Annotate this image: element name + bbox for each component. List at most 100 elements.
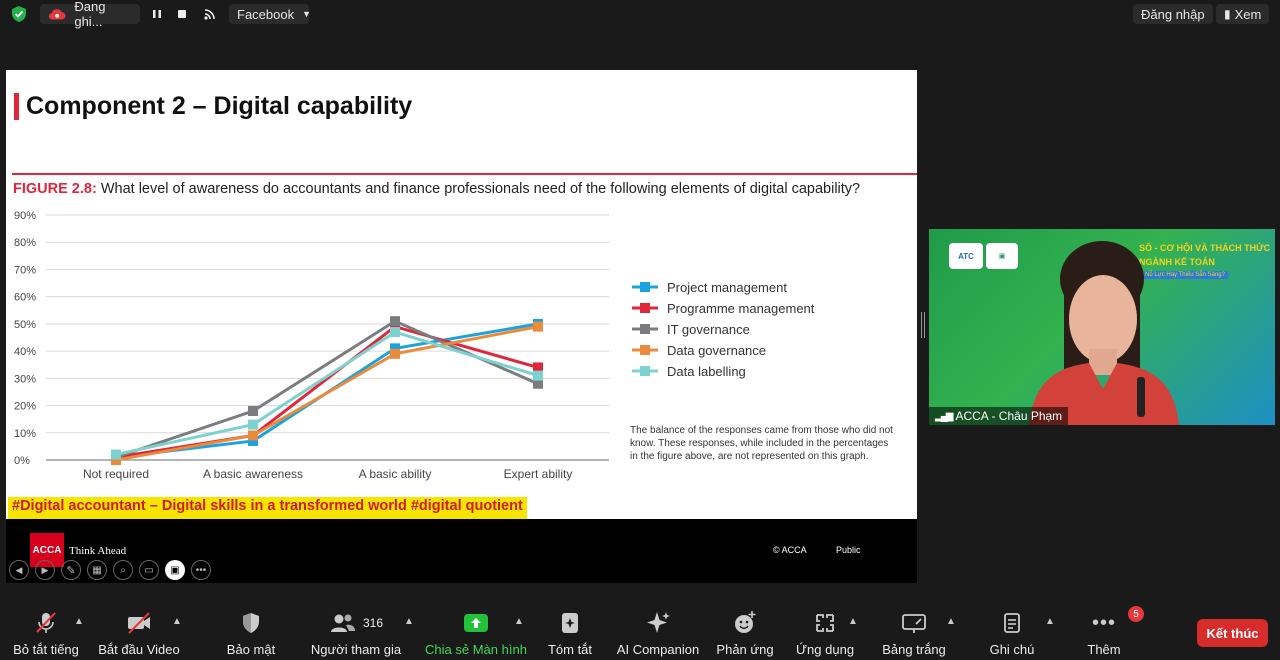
- more-button[interactable]: ••• 5 Thêm: [1078, 600, 1144, 660]
- apps-icon: [816, 614, 834, 632]
- meeting-top-bar: Đang ghi... Facebook ▼ Đăng nhập ▮ Xem: [0, 0, 1280, 29]
- title-divider: [12, 173, 917, 175]
- data-point: [390, 348, 400, 359]
- legend-swatch-marker: [640, 366, 650, 376]
- audio-options-caret[interactable]: ▲: [74, 616, 84, 627]
- x-category-label: A basic ability: [359, 467, 432, 481]
- summary-icon: [562, 613, 578, 633]
- notes-options-caret[interactable]: ▲: [1045, 616, 1055, 627]
- chart-note-line-2: know. These responses, while included in…: [630, 438, 889, 449]
- next-slide-button[interactable]: ▶: [35, 560, 55, 580]
- recording-indicator[interactable]: Đang ghi...: [40, 0, 140, 29]
- view-label: Xem: [1234, 6, 1262, 22]
- summary-label: Tóm tắt: [547, 642, 593, 657]
- summary-button[interactable]: Tóm tắt: [540, 600, 600, 660]
- camera-icon: ▣: [170, 564, 180, 576]
- shared-slide: Component 2 – Digital capability FIGURE …: [6, 70, 917, 519]
- signin-button[interactable]: Đăng nhập: [1133, 4, 1213, 24]
- smiley-plus-icon: [735, 611, 756, 633]
- data-point: [248, 430, 258, 441]
- share-screen-label: Chia sẻ Màn hình: [425, 642, 527, 657]
- apps-button[interactable]: Ứng dụng: [794, 600, 856, 660]
- live-stream-icon: [204, 9, 215, 20]
- share-options-caret[interactable]: ▲: [514, 616, 524, 627]
- reactions-label: Phản ứng: [716, 642, 774, 657]
- x-category-label: Not required: [83, 467, 149, 481]
- legend-swatch-marker: [640, 303, 650, 313]
- ellipsis-icon: •••: [195, 564, 207, 576]
- grid-icon: ▦: [92, 564, 102, 576]
- microphone-muted-icon: [36, 612, 56, 633]
- unmute-label: Bỏ tắt tiếng: [13, 642, 79, 657]
- legend-swatch-marker: [640, 345, 650, 355]
- start-video-button[interactable]: Bắt đầu Video: [96, 600, 182, 660]
- share-screen-button[interactable]: Chia sẻ Màn hình: [424, 600, 528, 660]
- notes-button[interactable]: Ghi chú: [984, 600, 1040, 660]
- x-category-label: A basic awareness: [203, 467, 303, 481]
- panel-resize-handle[interactable]: [921, 312, 925, 338]
- cloud-record-icon: [48, 9, 66, 20]
- zoom-button[interactable]: ⌕: [113, 560, 133, 580]
- legend-label: IT governance: [667, 322, 750, 337]
- apps-options-caret[interactable]: ▲: [848, 616, 858, 627]
- slides-overview-button[interactable]: ▦: [87, 560, 107, 580]
- whiteboard-button[interactable]: Bảng trắng: [878, 600, 950, 660]
- signal-strength-icon: ▂▄▆: [935, 410, 954, 422]
- magnifier-icon: ⌕: [120, 564, 126, 576]
- y-tick-label: 60%: [14, 292, 36, 304]
- data-point: [248, 419, 258, 430]
- chevron-right-icon: ▶: [41, 564, 49, 575]
- legend-label: Data labelling: [667, 364, 746, 379]
- y-tick-label: 30%: [14, 373, 36, 385]
- view-button[interactable]: ▮ Xem: [1216, 4, 1270, 24]
- pause-recording-button[interactable]: [150, 4, 164, 24]
- legend-label: Project management: [667, 280, 787, 295]
- signin-label: Đăng nhập: [1141, 6, 1205, 22]
- footer-copyright: © ACCA: [773, 545, 807, 555]
- participants-options-caret[interactable]: ▲: [404, 616, 414, 627]
- participants-label: Người tham gia: [310, 642, 402, 657]
- camera-toggle-button[interactable]: ▣: [165, 560, 185, 580]
- notes-label: Ghi chú: [989, 642, 1035, 657]
- participant-video-tile[interactable]: ATC ▣ SỐ - CƠ HỘI VÀ THÁCH THỨC NGÀNH KẾ…: [929, 229, 1275, 425]
- prev-slide-button[interactable]: ◀: [9, 560, 29, 580]
- data-point: [533, 370, 543, 381]
- notes-icon: [1004, 613, 1020, 633]
- share-target-dropdown[interactable]: Facebook ▼: [229, 4, 311, 24]
- pause-icon: [153, 10, 161, 18]
- whiteboard-options-caret[interactable]: ▲: [946, 616, 956, 627]
- series-line: [115, 319, 539, 459]
- start-video-label: Bắt đầu Video: [98, 642, 180, 657]
- participants-count: 316: [362, 616, 384, 630]
- security-label: Bảo mật: [226, 642, 276, 657]
- data-point: [533, 321, 543, 332]
- ai-companion-button[interactable]: AI Companion: [614, 600, 702, 660]
- legend-label: Programme management: [667, 301, 815, 316]
- footer-tagline: Think Ahead: [69, 545, 127, 557]
- subtitles-button[interactable]: ▭: [139, 560, 159, 580]
- stop-recording-button[interactable]: [175, 4, 189, 24]
- reactions-button[interactable]: Phản ứng: [714, 600, 776, 660]
- y-tick-label: 10%: [14, 428, 36, 440]
- pen-tool-button[interactable]: ✎: [61, 560, 81, 580]
- shield-icon[interactable]: [10, 4, 28, 24]
- shield-icon: [243, 613, 259, 633]
- end-meeting-button[interactable]: Kết thúc: [1197, 619, 1268, 647]
- participant-name-tag: ▂▄▆ ACCA - Châu Phạm: [929, 407, 1069, 425]
- slide-title: Component 2 – Digital capability: [26, 92, 413, 120]
- more-options-button[interactable]: •••: [191, 560, 211, 580]
- legend-swatch-marker: [640, 282, 650, 292]
- data-point: [248, 406, 258, 416]
- meeting-controls-toolbar: Bỏ tắt tiếng ▲ Bắt đầu Video ▲ Bảo mật 3…: [0, 600, 1280, 660]
- security-button[interactable]: Bảo mật: [218, 600, 284, 660]
- unmute-button[interactable]: Bỏ tắt tiếng: [6, 600, 86, 660]
- hashtag-banner: #Digital accountant – Digital skills in …: [8, 497, 527, 519]
- ellipsis-icon: •••: [1091, 611, 1116, 634]
- footer-public-label: Public: [836, 545, 861, 555]
- y-tick-label: 50%: [14, 319, 36, 331]
- participants-button[interactable]: 316 Người tham gia: [308, 600, 404, 660]
- legend-swatch-marker: [640, 324, 650, 334]
- data-point: [390, 316, 400, 327]
- video-options-caret[interactable]: ▲: [172, 616, 182, 627]
- live-stream-button[interactable]: [202, 4, 218, 24]
